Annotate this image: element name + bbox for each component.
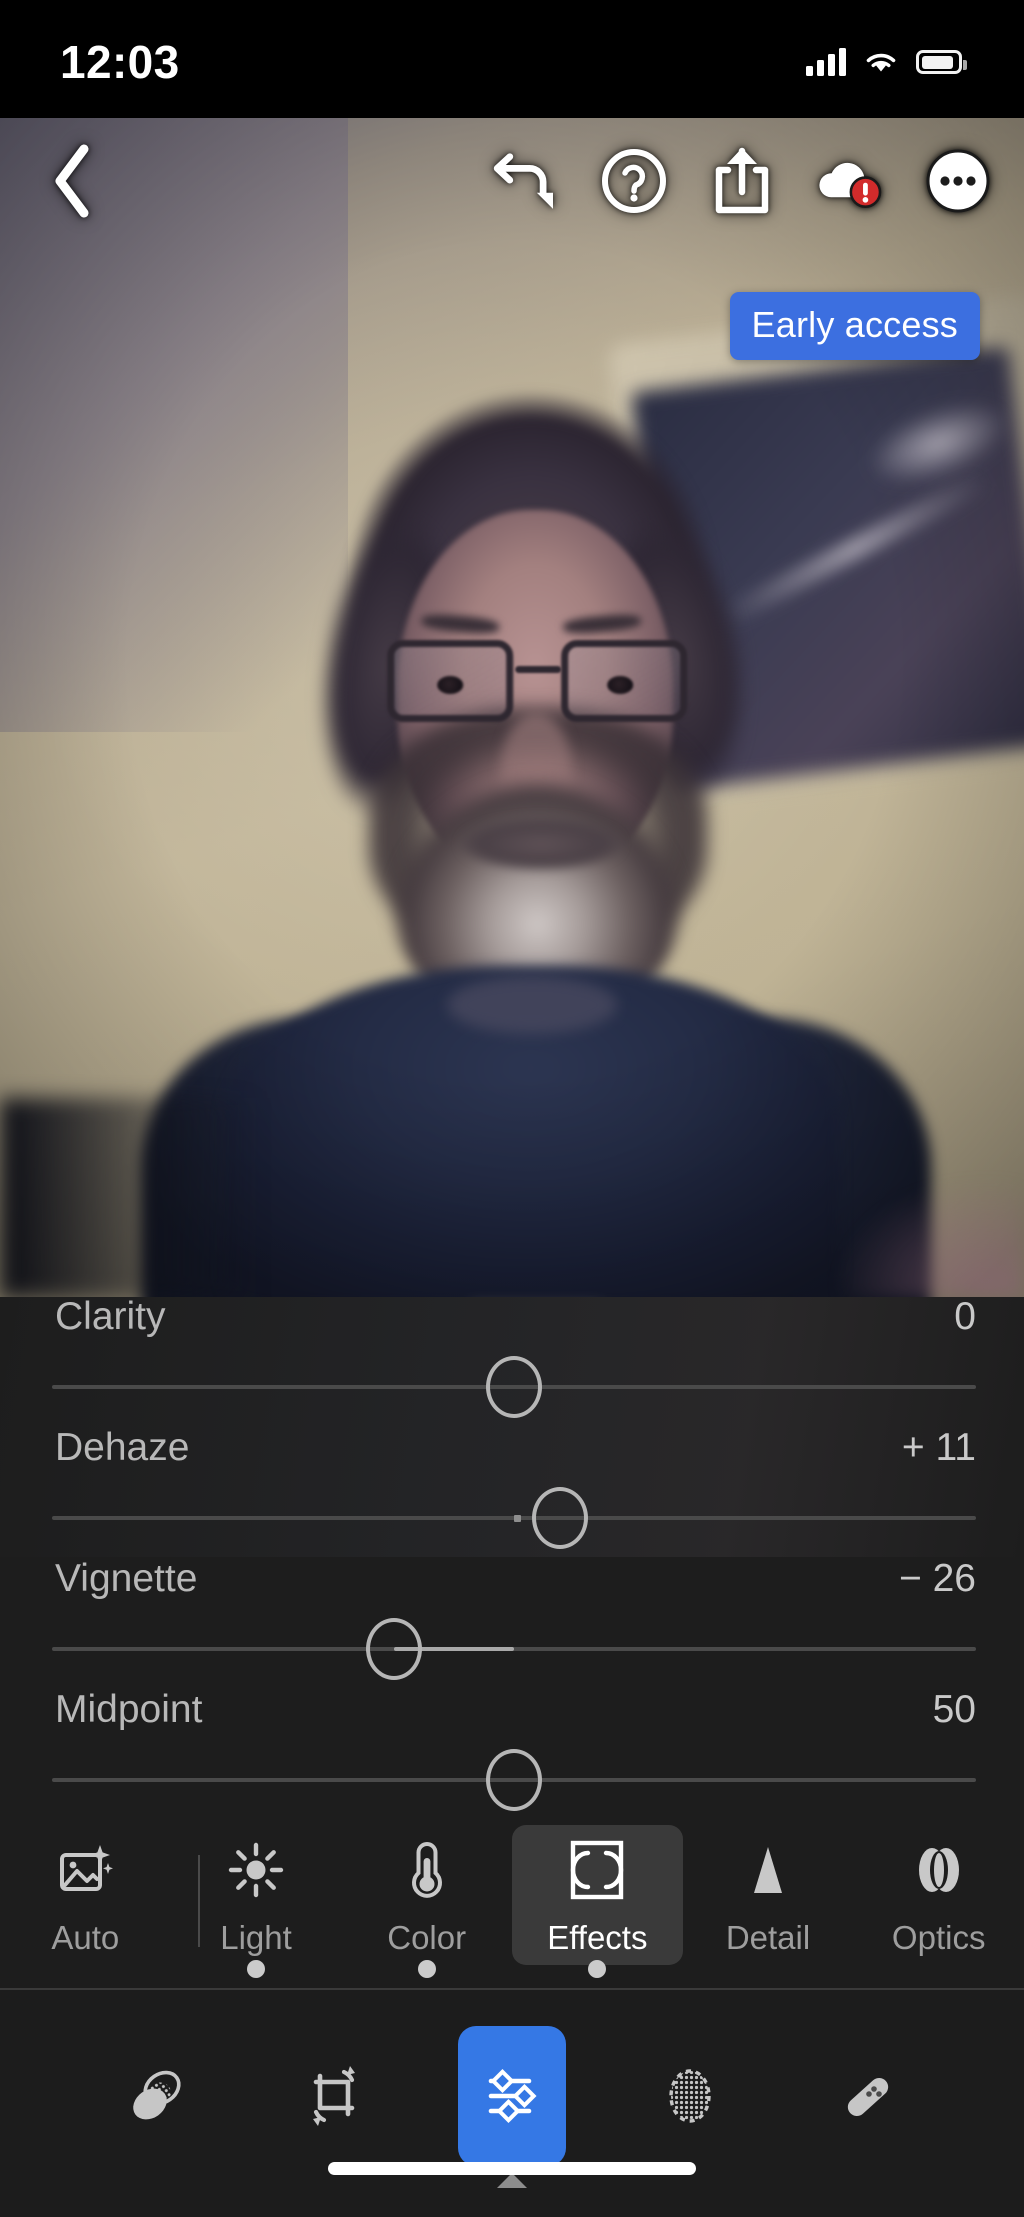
early-access-badge[interactable]: Early access [729,292,980,360]
edit-tab-bar: Auto Light Color Effects Detail Optics [0,1825,1024,1990]
tab-effects[interactable]: Effects [512,1825,683,1978]
slider-value-clarity: 0 [954,1297,976,1338]
edit-selected-caret [497,2173,527,2188]
sun-icon [227,1839,285,1901]
masking-button[interactable] [636,2026,744,2166]
healing-icon [847,2077,889,2117]
undo-button[interactable] [490,145,562,217]
tab-auto[interactable]: Auto [0,1825,171,1965]
tab-edit-dot-color [417,1960,436,1978]
wifi-icon [866,53,896,72]
adjustments-panel: Clarity 0 Dehaze + 11 Vignette − 26 Midp… [0,1297,1024,1825]
slider-label-dehaze: Dehaze [55,1426,190,1469]
slider-value-midpoint: 50 [932,1688,976,1731]
cloud-sync-error-button[interactable] [814,145,886,217]
edit-sliders-icon [488,2068,537,2124]
slider-label-midpoint: Midpoint [55,1688,203,1731]
tab-label-auto: Auto [51,1919,120,1956]
healing-button[interactable] [814,2026,922,2166]
tab-label-detail: Detail [725,1919,811,1956]
slider-center-tick-dehaze [514,1515,521,1522]
slider-header-clarity: Clarity 0 [55,1297,976,1336]
masking-icon [669,2069,711,2123]
cloud-sync-error-icon [819,162,882,208]
tab-edit-dot-light [247,1960,265,1978]
slider-row-dehaze[interactable]: Dehaze + 11 [0,1428,1024,1559]
slider-thumb-vignette[interactable] [365,1618,422,1680]
thermometer-icon [404,1839,450,1901]
tab-label-effects: Effects [547,1919,648,1956]
slider-header-vignette: Vignette − 26 [55,1559,976,1598]
crop-icon [313,2066,355,2126]
tab-color[interactable]: Color [341,1825,512,1978]
effects-frame-icon [569,1839,625,1901]
slider-track-clarity[interactable] [52,1356,976,1418]
top-toolbar [0,118,1024,244]
slider-label-clarity: Clarity [55,1297,166,1338]
bottom-toolbar [0,1990,1024,2217]
edit-tabs: Auto Light Color Effects Detail Optics [0,1825,1024,1990]
tab-detail[interactable]: Detail [683,1825,854,1965]
slider-header-midpoint: Midpoint 50 [55,1690,976,1729]
cellular-signal-icon [806,48,846,76]
top-toolbar-actions [490,118,1010,244]
tab-label-optics: Optics [891,1919,986,1956]
tab-light[interactable]: Light [171,1825,342,1978]
slider-value-vignette: − 26 [899,1557,976,1600]
photo-subject-mustache [461,818,622,870]
tab-optics[interactable]: Optics [853,1825,1024,1965]
photo-subject-collar [447,976,618,1034]
home-indicator[interactable] [328,2162,696,2175]
slider-header-dehaze: Dehaze + 11 [55,1428,976,1467]
photo-subject-glasses [381,634,693,730]
share-button[interactable] [706,145,778,217]
crop-button[interactable] [280,2026,388,2166]
slider-track-midpoint[interactable] [52,1749,976,1811]
presets-icon [133,2070,181,2120]
more-options-icon [926,149,990,213]
auto-enhance-icon [56,1839,114,1901]
tab-divider [198,1855,200,1947]
slider-track-dehaze[interactable] [52,1487,976,1549]
help-icon [602,149,666,213]
status-bar: 12:03 [0,0,1024,118]
slider-thumb-dehaze[interactable] [532,1487,589,1549]
slider-row-vignette[interactable]: Vignette − 26 [0,1559,1024,1690]
edit-button[interactable] [458,2026,566,2188]
slider-row-midpoint[interactable]: Midpoint 50 [0,1690,1024,1821]
help-button[interactable] [598,145,670,217]
app-screen: 12:03 Early access Clarity 0 Dehaze + 11… [0,0,1024,2217]
glasses-bridge [515,666,562,673]
lens-optics-icon [910,1839,968,1901]
undo-icon [493,153,553,209]
photo-subject-eye-left [437,676,464,694]
photo-subject-eye-right [607,676,634,694]
battery-icon [916,50,967,74]
status-bar-indicators [806,48,967,76]
share-icon [715,147,769,214]
presets-button[interactable] [102,2026,210,2166]
bottom-toolbar-items [0,2026,1024,2188]
slider-track-vignette[interactable] [52,1618,976,1680]
slider-row-clarity[interactable]: Clarity 0 [0,1297,1024,1428]
slider-value-dehaze: + 11 [901,1426,976,1469]
slider-thumb-clarity[interactable] [486,1356,542,1418]
more-options-button[interactable] [922,145,994,217]
back-chevron-icon [55,144,89,218]
triangle-detail-icon [742,1839,794,1901]
photo-pink-glow [834,1178,1024,1298]
photo-shadow-left [0,1098,260,1298]
tab-label-color: Color [387,1919,467,1956]
back-button[interactable] [28,118,118,244]
tab-label-light: Light [220,1919,292,1956]
slider-label-vignette: Vignette [55,1557,198,1600]
status-bar-time: 12:03 [60,36,180,88]
tab-edit-dot-effects [588,1960,607,1978]
slider-thumb-midpoint[interactable] [486,1749,542,1811]
